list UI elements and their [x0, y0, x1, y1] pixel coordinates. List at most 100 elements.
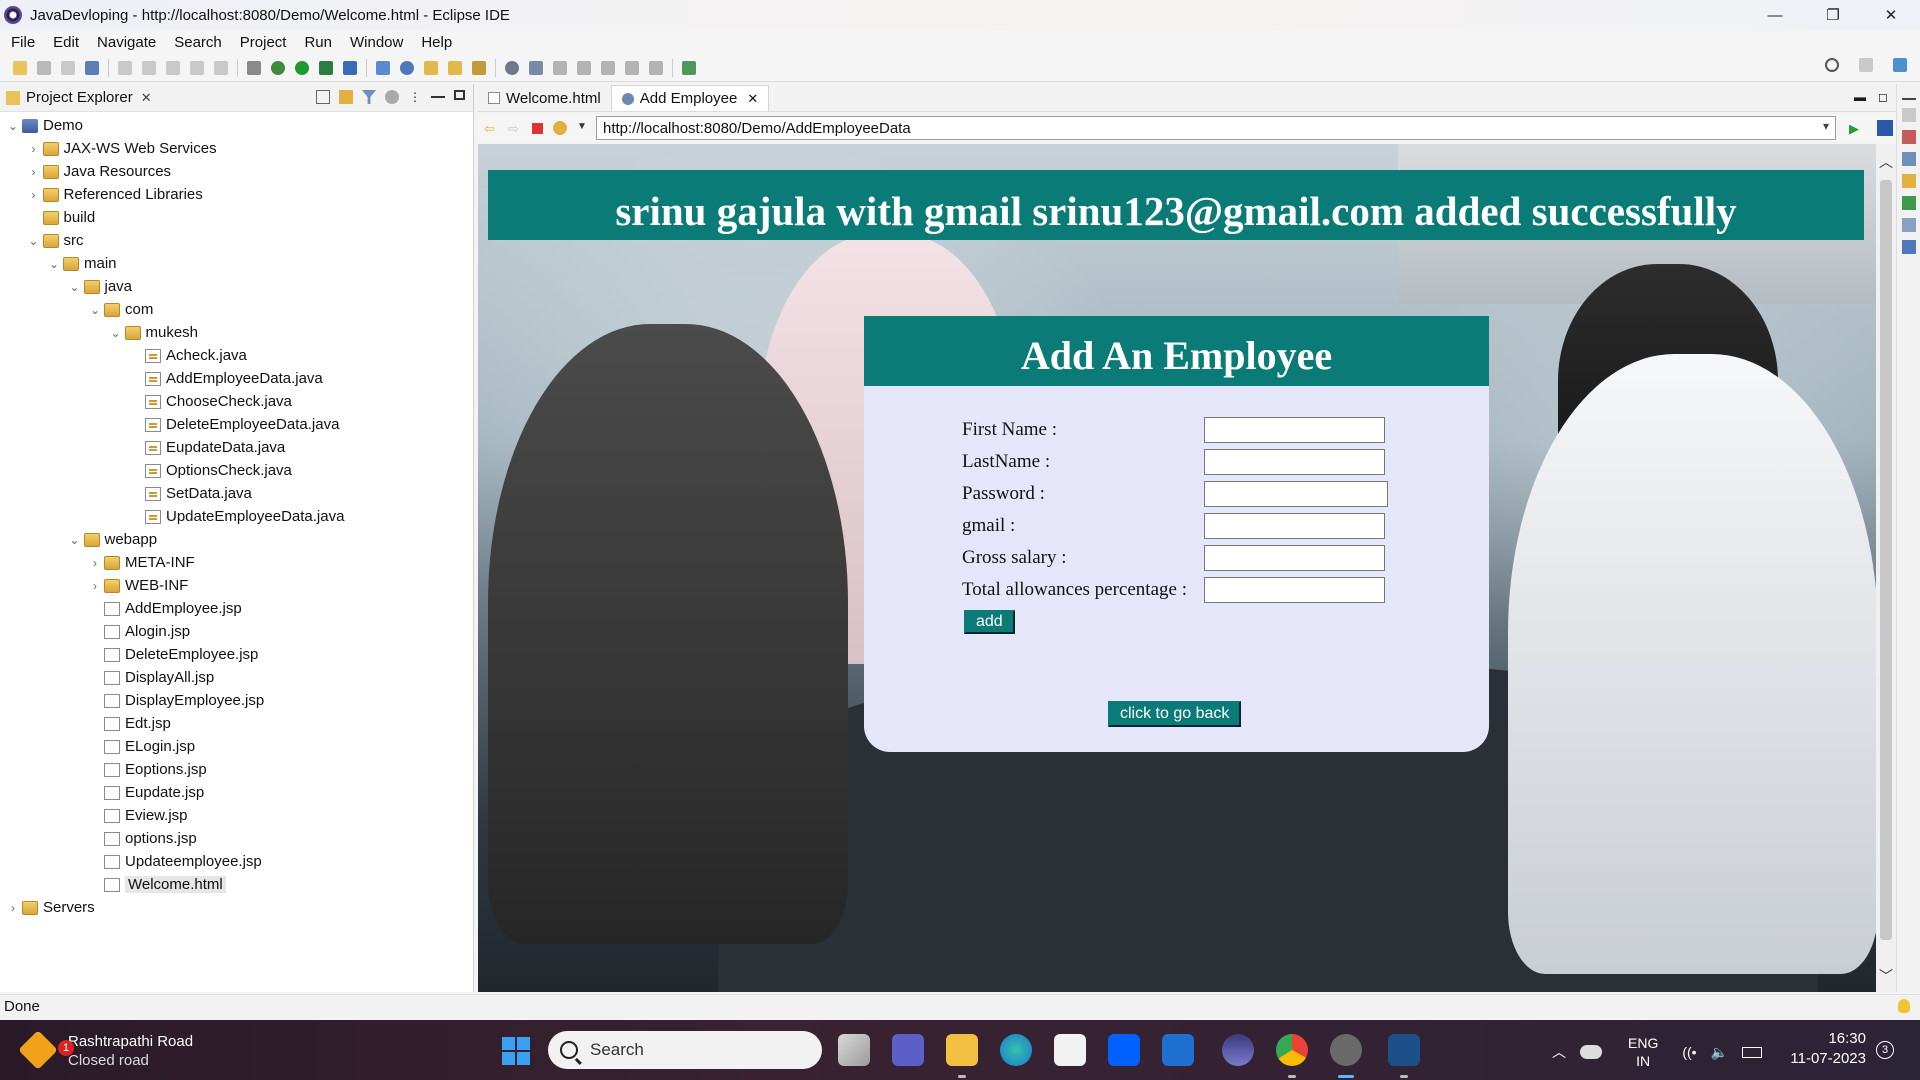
- menu-run[interactable]: Run: [295, 34, 341, 51]
- tree-item[interactable]: Eupdate.jsp: [0, 781, 473, 804]
- chevron-right-icon[interactable]: ›: [88, 579, 102, 593]
- suspend-icon[interactable]: [166, 60, 180, 75]
- restore-icon[interactable]: [1901, 108, 1916, 122]
- task-view-icon[interactable]: [838, 1034, 870, 1066]
- globe-icon[interactable]: [505, 60, 519, 75]
- chevron-down-icon[interactable]: ⌄: [27, 234, 41, 248]
- outline-view-icon[interactable]: [1901, 130, 1916, 144]
- chevron-right-icon[interactable]: ›: [27, 142, 41, 156]
- tree-item[interactable]: ⌄ webapp: [0, 528, 473, 551]
- taskbar-search[interactable]: Search: [548, 1031, 822, 1069]
- menu-edit[interactable]: Edit: [44, 34, 88, 51]
- minimize-view-icon[interactable]: [431, 90, 445, 98]
- maximize-view-icon[interactable]: [454, 90, 465, 100]
- tree-item[interactable]: DisplayEmployee.jsp: [0, 689, 473, 712]
- tree-item[interactable]: › Referenced Libraries: [0, 183, 473, 206]
- scroll-up-icon[interactable]: ︿: [1876, 152, 1896, 172]
- language-indicator[interactable]: ENG IN: [1628, 1034, 1658, 1070]
- tab-welcome-html[interactable]: Welcome.html: [478, 85, 611, 111]
- tree-item[interactable]: Eoptions.jsp: [0, 758, 473, 781]
- chevron-down-icon[interactable]: ⌄: [88, 303, 102, 317]
- menu-window[interactable]: Window: [341, 34, 412, 51]
- skip-breakpoints-icon[interactable]: [118, 60, 132, 75]
- allowances-field[interactable]: [1204, 577, 1385, 603]
- last-name-field[interactable]: [1204, 449, 1385, 475]
- dropbox-icon[interactable]: [1108, 1034, 1140, 1066]
- tree-item[interactable]: UpdateEmployeeData.java: [0, 505, 473, 528]
- tree-item[interactable]: ⌄ java: [0, 275, 473, 298]
- java-ee-perspective-icon[interactable]: [1893, 58, 1907, 72]
- wifi-icon[interactable]: ((•: [1682, 1044, 1696, 1060]
- collapse-all-icon[interactable]: [316, 90, 330, 104]
- forward-icon[interactable]: ⇨: [508, 121, 522, 136]
- volume-icon[interactable]: 🔈: [1711, 1044, 1728, 1061]
- step-into-icon[interactable]: [214, 60, 228, 75]
- search-tool-icon[interactable]: [472, 60, 486, 75]
- chevron-right-icon[interactable]: ›: [27, 165, 41, 179]
- outline-icon[interactable]: [247, 60, 261, 75]
- go-icon[interactable]: ▶: [1849, 121, 1863, 136]
- data-source-icon[interactable]: [1901, 218, 1916, 232]
- notification-badge[interactable]: 3: [1876, 1041, 1894, 1059]
- chevron-down-icon[interactable]: ▼: [577, 121, 591, 135]
- coverage-icon[interactable]: [319, 60, 333, 75]
- tree-item[interactable]: DeleteEmployee.jsp: [0, 643, 473, 666]
- tree-item[interactable]: DeleteEmployeeData.java: [0, 413, 473, 436]
- project-explorer-tab[interactable]: Project Explorer ✕ ⋮: [0, 84, 473, 112]
- edge-icon[interactable]: [1000, 1034, 1032, 1066]
- store-icon[interactable]: [1054, 1034, 1086, 1066]
- forward-icon[interactable]: [649, 60, 663, 75]
- last-edit-icon[interactable]: [601, 60, 615, 75]
- chevron-right-icon[interactable]: ›: [6, 901, 20, 915]
- view-menu-icon[interactable]: ⋮: [408, 90, 422, 104]
- scrollbar-thumb[interactable]: [1880, 180, 1892, 940]
- open-type-icon[interactable]: [424, 60, 438, 75]
- menu-search[interactable]: Search: [165, 34, 231, 51]
- menu-file[interactable]: File: [2, 34, 44, 51]
- terminate-icon[interactable]: [190, 60, 204, 75]
- scroll-down-icon[interactable]: ﹀: [1876, 966, 1896, 986]
- pin-editor-icon[interactable]: [682, 60, 696, 75]
- tree-item[interactable]: › Servers: [0, 896, 473, 919]
- chevron-down-icon[interactable]: ⌄: [68, 533, 82, 547]
- password-field[interactable]: [1204, 481, 1388, 507]
- new-icon[interactable]: [13, 60, 27, 75]
- tree-item[interactable]: Acheck.java: [0, 344, 473, 367]
- refresh-icon[interactable]: [553, 121, 567, 135]
- menu-help[interactable]: Help: [412, 34, 461, 51]
- chevron-down-icon[interactable]: ⌄: [47, 257, 61, 271]
- tree-item[interactable]: options.jsp: [0, 827, 473, 850]
- console-view-icon[interactable]: [1901, 240, 1916, 254]
- tree-item[interactable]: Updateemployee.jsp: [0, 850, 473, 873]
- weather-widget[interactable]: 1 Rashtrapathi Road Closed road: [18, 1030, 193, 1070]
- eclipse-ide-icon[interactable]: [1388, 1034, 1420, 1066]
- filter-icon[interactable]: [362, 90, 376, 104]
- tree-item[interactable]: ChooseCheck.java: [0, 390, 473, 413]
- tree-item[interactable]: › META-INF: [0, 551, 473, 574]
- tree-item[interactable]: AddEmployee.jsp: [0, 597, 473, 620]
- minimize-icon[interactable]: [1901, 92, 1916, 100]
- clock[interactable]: 16:30 11-07-2023: [1784, 1029, 1866, 1069]
- battery-icon[interactable]: [1742, 1046, 1763, 1058]
- tasks-view-icon[interactable]: [1901, 152, 1916, 166]
- tree-item[interactable]: ⌄ src: [0, 229, 473, 252]
- chevron-right-icon[interactable]: ›: [88, 556, 102, 570]
- lightbulb-icon[interactable]: [1898, 999, 1910, 1013]
- tree-item[interactable]: ELogin.jsp: [0, 735, 473, 758]
- tree-item[interactable]: › Java Resources: [0, 160, 473, 183]
- tree-item[interactable]: SetData.java: [0, 482, 473, 505]
- tree-item[interactable]: DisplayAll.jsp: [0, 666, 473, 689]
- resume-icon[interactable]: [142, 60, 156, 75]
- maximize-editor-icon[interactable]: ◻: [1878, 90, 1888, 104]
- open-task-icon[interactable]: [448, 60, 462, 75]
- menu-project[interactable]: Project: [231, 34, 296, 51]
- tree-item[interactable]: ⌄ com: [0, 298, 473, 321]
- file-explorer-icon[interactable]: [946, 1034, 978, 1066]
- close-icon[interactable]: ✕: [141, 90, 152, 106]
- chevron-down-icon[interactable]: ⌄: [68, 280, 82, 294]
- teams-icon[interactable]: [892, 1034, 924, 1066]
- tree-item[interactable]: build: [0, 206, 473, 229]
- minimize-button[interactable]: —: [1746, 0, 1804, 30]
- settings-icon[interactable]: [1330, 1034, 1362, 1066]
- back-icon[interactable]: ⇦: [484, 121, 498, 136]
